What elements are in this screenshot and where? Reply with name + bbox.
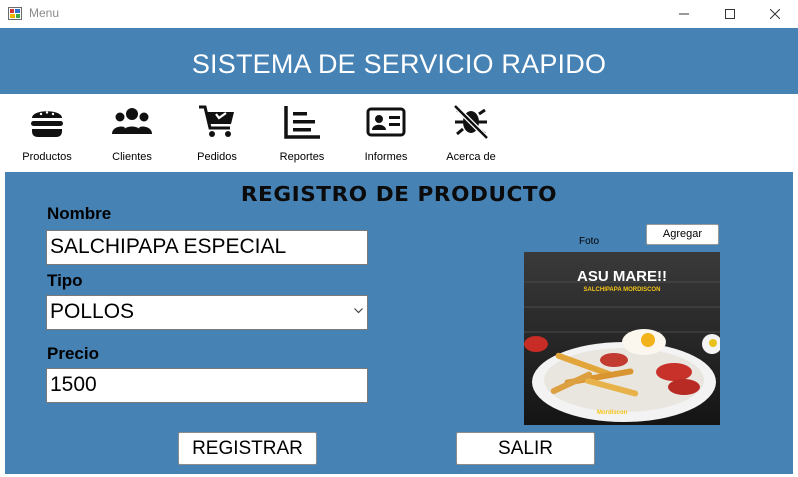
minimize-button[interactable] [661, 0, 707, 28]
photo-headline: ASU MARE!! [577, 268, 667, 285]
main-toolbar: Productos Clientes Pedidos Reportes Info… [0, 94, 798, 170]
toolbar-item-acerca-de[interactable]: Acerca de [431, 94, 511, 170]
maximize-button[interactable] [707, 0, 753, 28]
burger-icon [31, 111, 63, 137]
photo-logo: Mordiscon [597, 410, 628, 416]
product-form-panel: REGISTRO DE PRODUCTO Nombre SALCHIPAPA E… [5, 172, 793, 474]
toolbar-label: Reportes [279, 151, 325, 163]
toolbar-item-reportes[interactable]: Reportes [262, 94, 342, 170]
cart-icon [199, 105, 234, 137]
toolbar-item-productos[interactable]: Productos [7, 94, 87, 170]
tipo-select[interactable]: POLLOS [46, 295, 368, 330]
header-banner: SISTEMA DE SERVICIO RAPIDO [0, 28, 798, 94]
toolbar-label: Clientes [112, 151, 152, 163]
chevron-down-icon [354, 308, 363, 314]
form-title: REGISTRO DE PRODUCTO [240, 182, 558, 206]
toolbar-label: Productos [22, 151, 72, 163]
salir-button[interactable]: SALIR [456, 432, 595, 465]
tipo-selected-value: POLLOS [50, 300, 135, 323]
app-title: SISTEMA DE SERVICIO RAPIDO [191, 49, 607, 79]
maximize-icon [725, 9, 735, 19]
window-title-bar: Menu [0, 0, 798, 28]
window-title: Menu [29, 6, 60, 20]
tipo-label: Tipo [47, 271, 83, 290]
registrar-button[interactable]: REGISTRAR [178, 432, 317, 465]
toolbar-item-informes[interactable]: Informes [346, 94, 426, 170]
product-photo: ASU MARE!! SALCHIPAPA MORDISCON Mordisco… [524, 252, 720, 425]
nombre-label: Nombre [47, 204, 112, 223]
id-card-icon [366, 107, 406, 137]
toolbar-label: Acerca de [446, 151, 496, 163]
toolbar-item-clientes[interactable]: Clientes [92, 94, 172, 170]
toolbar-item-pedidos[interactable]: Pedidos [177, 94, 257, 170]
nombre-input[interactable]: SALCHIPAPA ESPECIAL [46, 230, 368, 265]
app-icon [8, 7, 22, 20]
precio-label: Precio [47, 344, 99, 363]
foto-label: Foto [579, 236, 600, 247]
close-icon [770, 9, 780, 19]
precio-input[interactable]: 1500 [46, 368, 368, 403]
photo-subline: SALCHIPAPA MORDISCON [583, 287, 661, 293]
minimize-icon [679, 13, 689, 15]
close-button[interactable] [752, 0, 798, 28]
toolbar-label: Pedidos [197, 151, 237, 163]
users-icon [112, 108, 152, 134]
toolbar-label: Informes [364, 151, 408, 163]
chart-icon [284, 106, 320, 139]
bug-slash-icon [453, 104, 489, 140]
agregar-button[interactable]: Agregar [646, 224, 719, 245]
